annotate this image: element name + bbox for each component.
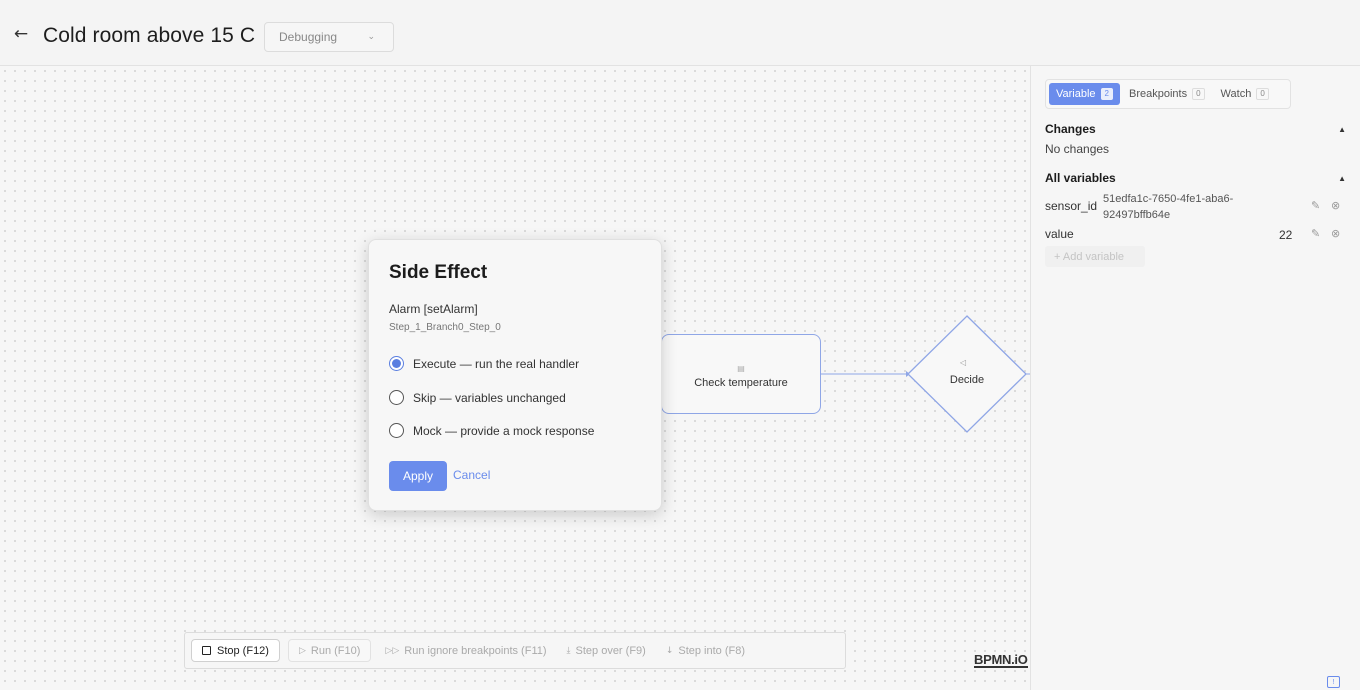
tab-variable-count: 2 [1100,88,1113,100]
page-title: Cold room above 15 C [43,24,256,47]
variable-value-line1: 51edfa1c-7650-4fe1-aba6- [1103,193,1234,205]
tab-breakpoints[interactable]: Breakpoints 0 [1122,83,1212,105]
option-mock[interactable]: Mock — provide a mock response [389,423,594,438]
radio-execute[interactable] [389,356,404,371]
variables-panel: Variable 2 Breakpoints 0 Watch 0 Changes… [1030,66,1360,690]
option-execute[interactable]: Execute — run the real handler [389,356,579,371]
variable-value: 51edfa1c-7650-4fe1-aba6- 92497bffb64e [1103,191,1233,223]
dialog-title: Side Effect [389,262,488,283]
bpmn-logo[interactable]: BPMN.iO [974,653,1028,668]
variable-row: value 22 ✎ ⊗ [1045,227,1345,245]
tab-breakpoints-count: 0 [1192,88,1205,100]
changes-title: Changes [1045,122,1096,136]
step-over-button[interactable]: ⤓ Step over (F9) [561,639,652,662]
chevron-down-icon: ⌄ [367,31,375,41]
side-effect-dialog: Side Effect Alarm [setAlarm] Step_1_Bran… [368,239,662,511]
cancel-button[interactable]: Cancel [453,468,490,482]
option-skip-label: Skip — variables unchanged [413,390,566,405]
variable-value-line2: 92497bffb64e [1103,209,1171,221]
debug-toolbar: Stop (F12) ▷ Run (F10) ▷▷ Run ignore bre… [184,632,846,669]
gateway-icon: ◁ [960,358,967,367]
variable-value: 22 [1279,228,1293,242]
add-variable-button[interactable]: + Add variable [1045,246,1145,267]
header: ← Cold room above 15 C Debugging ⌄ [0,3,1360,66]
all-variables-title: All variables [1045,171,1116,185]
arrow-left-icon[interactable]: ← [12,24,30,44]
run-ignore-breakpoints-button[interactable]: ▷▷ Run ignore breakpoints (F11) [379,639,552,662]
option-execute-label: Execute — run the real handler [413,356,580,371]
tab-variable[interactable]: Variable 2 [1049,83,1120,105]
tab-breakpoints-label: Breakpoints [1129,88,1188,100]
feedback-icon[interactable]: ! [1327,676,1340,688]
handler-name: Alarm [setAlarm] [389,302,478,316]
tab-watch[interactable]: Watch 0 [1214,83,1276,105]
tab-variable-label: Variable [1056,88,1096,100]
delete-icon[interactable]: ⊗ [1331,227,1340,240]
collapse-variables-icon[interactable]: ▲ [1338,174,1346,183]
apply-button[interactable]: Apply [389,461,447,491]
edit-icon[interactable]: ✎ [1311,199,1320,212]
fast-forward-icon: ▷▷ [385,645,400,656]
play-icon: ▷ [298,645,306,656]
stop-button[interactable]: Stop (F12) [191,639,280,662]
stop-icon [202,646,211,655]
option-skip[interactable]: Skip — variables unchanged [389,390,566,405]
step-into-label: Step into (F8) [678,644,746,657]
task-label: Check temperature [694,376,788,389]
tab-watch-count: 0 [1256,88,1269,100]
delete-icon[interactable]: ⊗ [1331,199,1340,212]
variable-name: sensor_id [1045,199,1098,213]
radio-mock[interactable] [389,423,404,438]
run-ignore-label: Run ignore breakpoints (F11) [404,644,547,657]
step-into-button[interactable]: ↓ Step into (F8) [660,639,751,662]
mode-select-value: Debugging [279,30,338,44]
step-into-icon: ↓ [665,645,674,656]
no-changes-text: No changes [1045,142,1110,156]
radio-skip[interactable] [389,390,404,405]
run-button[interactable]: ▷ Run (F10) [287,639,372,662]
panel-tabs: Variable 2 Breakpoints 0 Watch 0 [1045,79,1291,109]
collapse-changes-icon[interactable]: ▲ [1338,125,1346,134]
variable-name: value [1045,227,1074,241]
stop-label: Stop (F12) [217,644,269,657]
script-task-icon: ▤ [737,363,745,373]
step-over-icon: ⤓ [566,645,571,656]
option-mock-label: Mock — provide a mock response [413,423,595,438]
gateway-label: Decide [949,374,985,386]
step-over-label: Step over (F9) [575,644,646,657]
step-id: Step_1_Branch0_Step_0 [389,322,501,333]
tab-watch-label: Watch [1220,88,1252,100]
edit-icon[interactable]: ✎ [1311,227,1320,240]
run-label: Run (F10) [310,644,361,657]
task-check-temperature[interactable]: ▤ Check temperature [661,334,821,414]
mode-select[interactable]: Debugging ⌄ [264,22,394,52]
